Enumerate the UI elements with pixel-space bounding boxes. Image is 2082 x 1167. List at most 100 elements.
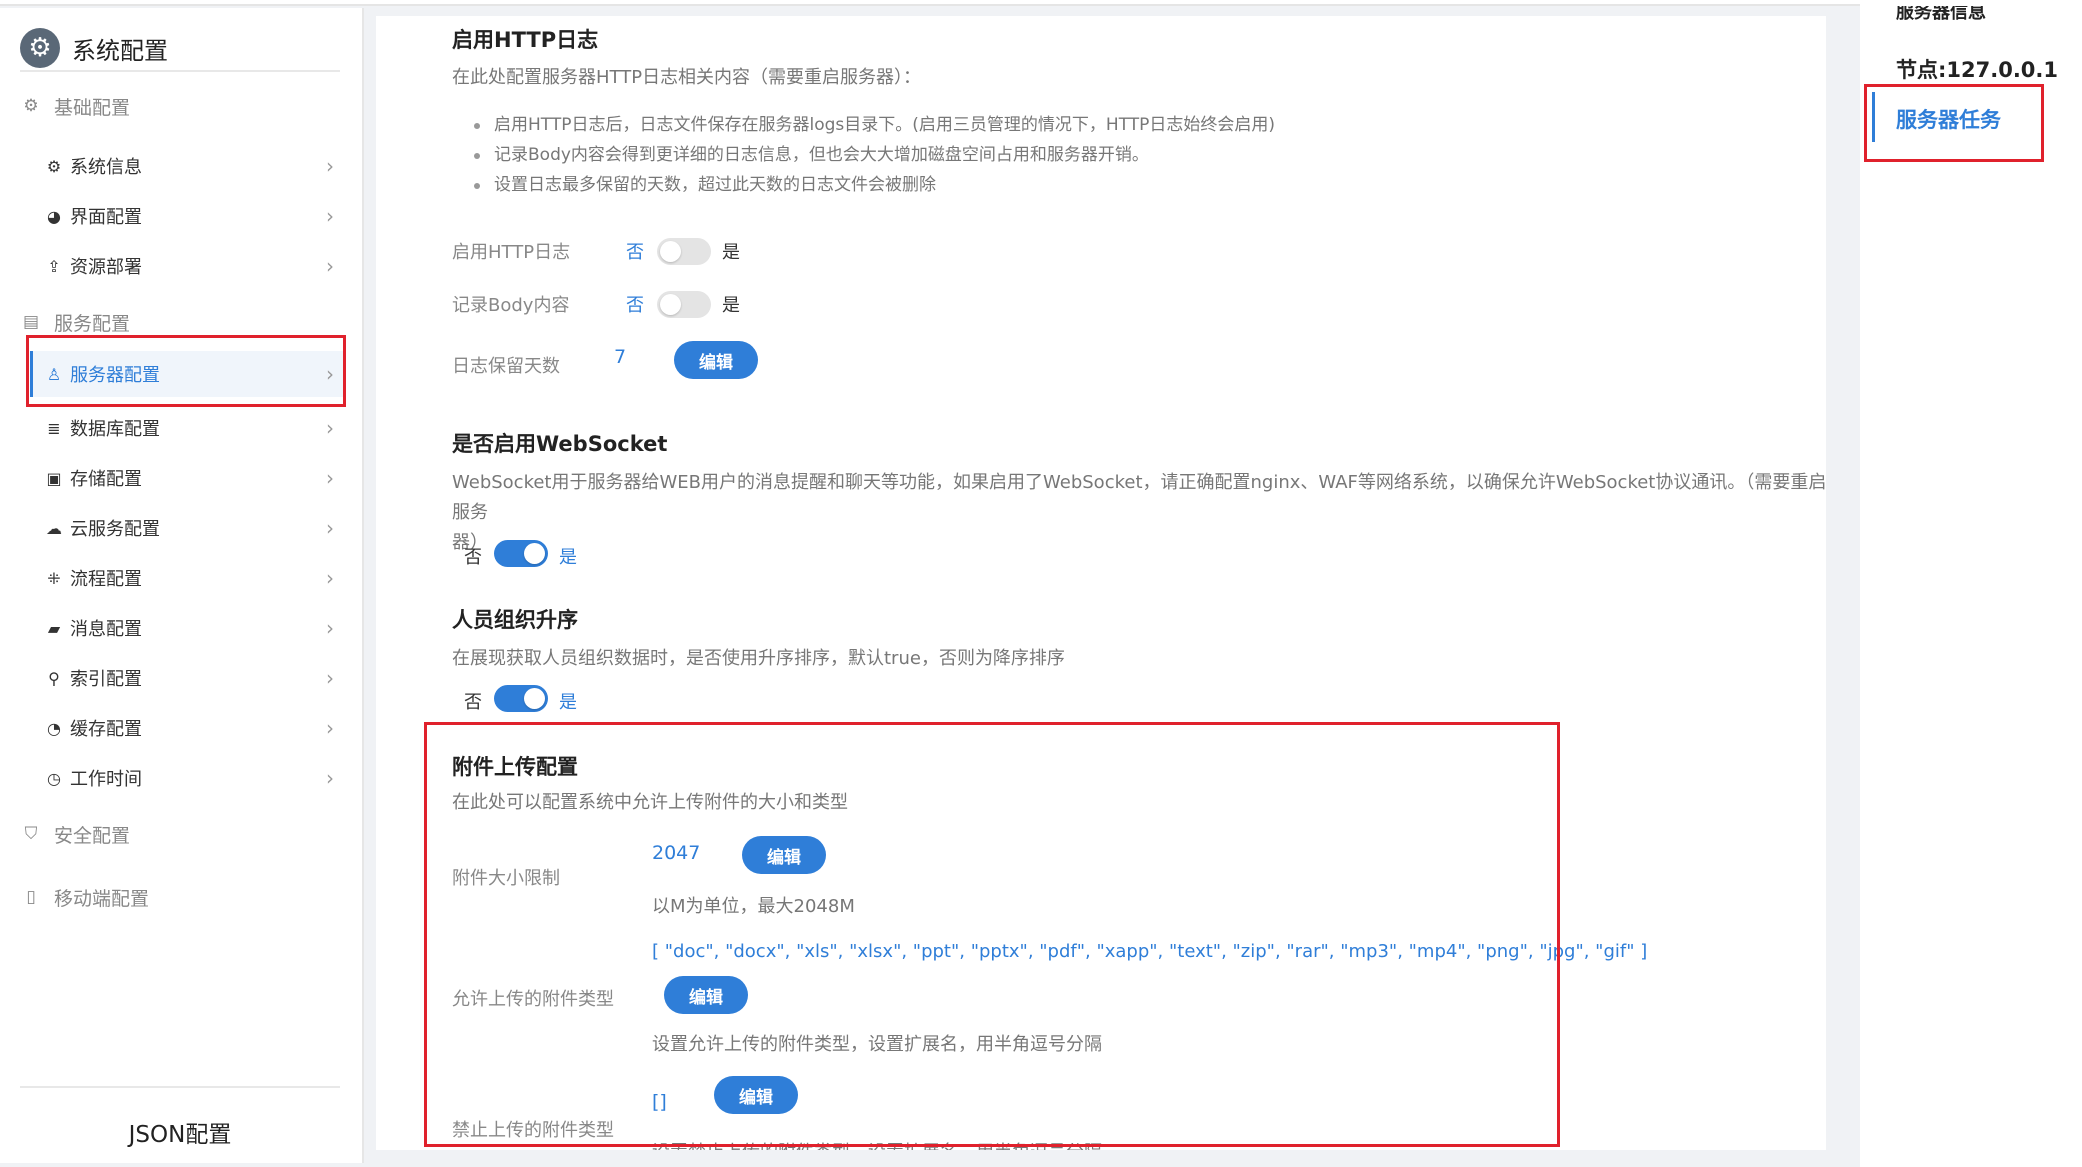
switch-yes-label: 是 — [559, 547, 577, 568]
sidebar-item-label: 资源部署 — [70, 257, 142, 278]
sidebar-item-index-config[interactable]: ⚲ 索引配置 › — [30, 655, 346, 701]
server-user-icon: ♙ — [46, 364, 62, 384]
org-sort-switch[interactable] — [494, 685, 548, 712]
enable-http-log-label: 启用HTTP日志 — [452, 242, 571, 263]
sidebar-item-label: 工作时间 — [70, 769, 142, 790]
sidebar-item-cache-config[interactable]: ◔ 缓存配置 › — [30, 705, 346, 751]
sidebar-item-message-config[interactable]: ▰ 消息配置 › — [30, 605, 346, 651]
allowed-types-value: [ "doc", "docx", "xls", "xlsx", "ppt", "… — [652, 941, 1648, 962]
org-sort-desc: 在展现获取人员组织数据时，是否使用升序排序，默认true，否则为降序排序 — [452, 648, 1065, 669]
attachment-title: 附件上传配置 — [452, 755, 578, 779]
enable-http-log-switch[interactable] — [657, 238, 711, 265]
sidebar-group-service[interactable]: ▤ 服务配置 — [20, 304, 130, 340]
sidebar-item-ui-config[interactable]: ◕ 界面配置 › — [30, 193, 346, 239]
record-body-switch[interactable] — [657, 291, 711, 318]
sidebar-item-database-config[interactable]: ≣ 数据库配置 › — [30, 405, 346, 451]
chevron-right-icon: › — [326, 204, 334, 228]
database-icon: ≣ — [47, 418, 61, 438]
allowed-types-hint: 设置允许上传的附件类型，设置扩展名，用半角逗号分隔 — [652, 1034, 1102, 1055]
sidebar: ⚙ 系统配置 ⚙ 基础配置 ⚙ 系统信息 › ◕ 界面配置 › ⇪ 资源部署 ›… — [0, 8, 364, 1163]
sidebar-group-security[interactable]: ⛉ 安全配置 — [20, 816, 130, 852]
allowed-types-edit-button[interactable]: 编辑 — [664, 976, 748, 1014]
sidebar-item-flow-config[interactable]: ⁜ 流程配置 › — [30, 555, 346, 601]
allowed-types-label: 允许上传的附件类型 — [452, 989, 614, 1010]
sidebar-item-label: 系统信息 — [70, 157, 142, 178]
sidebar-item-storage-config[interactable]: ▣ 存储配置 › — [30, 455, 346, 501]
search-icon: ⚲ — [48, 668, 60, 688]
anchor-node[interactable]: 节点:127.0.0.1 — [1896, 54, 2058, 84]
size-limit-hint: 以M为单位，最大2048M — [652, 896, 855, 917]
json-config-button[interactable]: JSON配置 — [20, 1100, 340, 1164]
chevron-right-icon: › — [326, 154, 334, 178]
size-limit-edit-button[interactable]: 编辑 — [742, 836, 826, 874]
mobile-icon: ▯ — [26, 887, 36, 907]
switch-yes-label: 是 — [559, 692, 577, 713]
attachment-desc: 在此处可以配置系统中允许上传附件的大小和类型 — [452, 792, 848, 813]
bullet-item: 启用HTTP日志后，日志文件保存在服务器logs目录下。(启用三员管理的情况下，… — [474, 110, 1275, 140]
sidebar-title: 系统配置 — [72, 36, 168, 65]
sidebar-item-resource-deploy[interactable]: ⇪ 资源部署 › — [30, 243, 346, 289]
flow-icon: ⁜ — [47, 568, 61, 588]
log-days-value: 7 — [614, 346, 627, 368]
websocket-desc: WebSocket用于服务器给WEB用户的消息提醒和聊天等功能，如果启用了Web… — [452, 468, 1826, 558]
settings-gear-icon: ⚙ — [20, 28, 60, 68]
forbidden-types-hint: 设置禁止上传的附件类型，设置扩展名，用半角逗号分隔 — [652, 1138, 1102, 1150]
forbidden-types-edit-button[interactable]: 编辑 — [714, 1076, 798, 1114]
sidebar-group-label: 移动端配置 — [54, 887, 150, 910]
websocket-switch[interactable] — [494, 540, 548, 567]
log-days-edit-button[interactable]: 编辑 — [674, 341, 758, 379]
shield-icon: ⛉ — [24, 824, 38, 844]
chevron-right-icon: › — [326, 362, 334, 386]
anchor-server-task[interactable]: 服务器任务 — [1896, 104, 2001, 134]
http-log-desc: 在此处配置服务器HTTP日志相关内容（需要重启服务器）： — [452, 67, 922, 88]
sidebar-item-label: 界面配置 — [70, 207, 142, 228]
sidebar-item-label: 缓存配置 — [70, 719, 142, 740]
forbidden-types-value: [] — [652, 1091, 667, 1113]
sidebar-group-label: 基础配置 — [54, 96, 131, 119]
sidebar-item-label: 流程配置 — [70, 569, 142, 590]
right-anchor-nav: 服务器信息 节点:127.0.0.1 服务器任务 — [1860, 0, 2082, 1167]
cache-icon: ◔ — [47, 718, 61, 738]
forbidden-types-label: 禁止上传的附件类型 — [452, 1120, 614, 1141]
switch-no-label: 否 — [626, 295, 644, 316]
sidebar-group-basic[interactable]: ⚙ 基础配置 — [20, 88, 130, 124]
sidebar-item-label: 服务器配置 — [70, 365, 160, 386]
size-limit-value: 2047 — [652, 842, 701, 864]
sidebar-item-cloud-config[interactable]: ☁ 云服务配置 › — [30, 505, 346, 551]
palette-icon: ◕ — [47, 206, 61, 226]
anchor-server-info[interactable]: 服务器信息 — [1896, 6, 1986, 26]
org-sort-title: 人员组织升序 — [452, 608, 578, 632]
switch-yes-label: 是 — [722, 242, 740, 263]
clock-icon: ◷ — [47, 768, 61, 788]
chevron-right-icon: › — [326, 254, 334, 278]
sidebar-group-mobile[interactable]: ▯ 移动端配置 — [20, 879, 149, 915]
sidebar-item-label: 数据库配置 — [70, 419, 160, 440]
server-group-icon: ▤ — [22, 312, 40, 332]
sidebar-item-label: 消息配置 — [70, 619, 142, 640]
chevron-right-icon: › — [326, 466, 334, 490]
switch-no-label: 否 — [464, 692, 482, 713]
sidebar-group-label: 服务配置 — [54, 312, 131, 335]
sidebar-item-work-time[interactable]: ◷ 工作时间 › — [30, 755, 346, 801]
switch-yes-label: 是 — [722, 295, 740, 316]
sidebar-group-label: 安全配置 — [54, 824, 131, 847]
upload-icon: ⇪ — [47, 256, 61, 276]
sidebar-item-server-config[interactable]: ♙ 服务器配置 › — [30, 351, 346, 397]
switch-no-label: 否 — [626, 242, 644, 263]
switch-no-label: 否 — [464, 547, 482, 568]
top-border — [0, 0, 2082, 6]
gear-icon: ⚙ — [46, 156, 62, 176]
sidebar-bottom-divider — [20, 1086, 340, 1088]
http-log-title: 启用HTTP日志 — [452, 28, 599, 52]
sidebar-item-label: 云服务配置 — [70, 519, 160, 540]
chevron-right-icon: › — [326, 766, 334, 790]
main-panel: 启用HTTP日志 在此处配置服务器HTTP日志相关内容（需要重启服务器）： 启用… — [376, 16, 1826, 1150]
sidebar-divider — [20, 70, 340, 72]
size-limit-label: 附件大小限制 — [452, 868, 560, 889]
sidebar-item-system-info[interactable]: ⚙ 系统信息 › — [30, 143, 346, 189]
sidebar-item-label: 存储配置 — [70, 469, 142, 490]
message-icon: ▰ — [47, 618, 61, 638]
websocket-desc-line: 器） — [452, 532, 488, 553]
sidebar-header: ⚙ 系统配置 — [20, 24, 168, 72]
sidebar-item-label: 索引配置 — [70, 669, 142, 690]
